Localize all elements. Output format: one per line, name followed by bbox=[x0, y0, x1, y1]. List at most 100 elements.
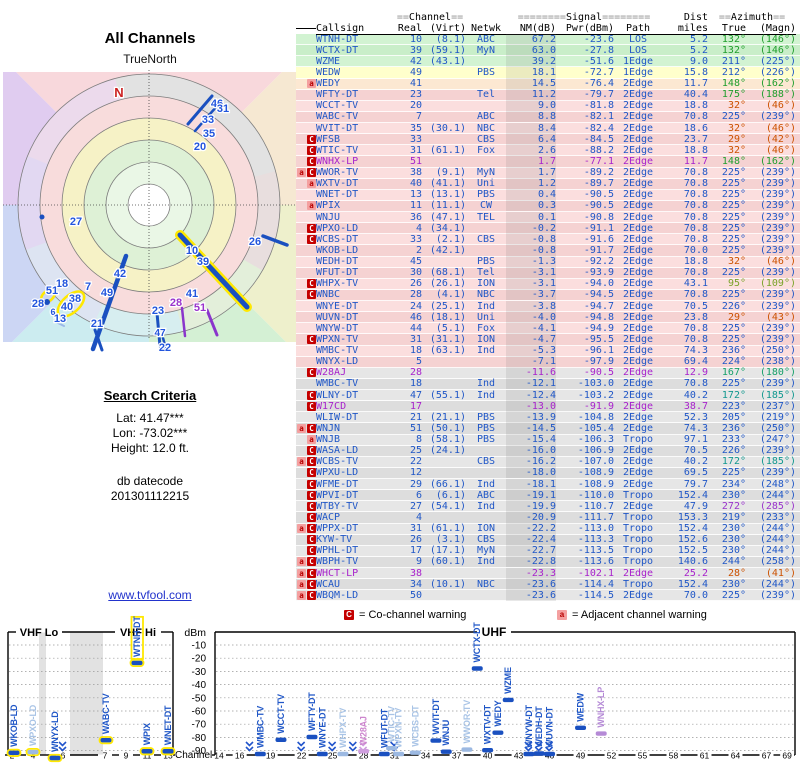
table-header-row-1: ==Channel== ========Signal======== Dist … bbox=[296, 12, 800, 23]
channel-label: 39 bbox=[197, 256, 209, 268]
cell-ne: ION bbox=[476, 278, 496, 290]
cell-cs: WHCT-LP bbox=[316, 567, 359, 579]
cell-re: 17 bbox=[409, 400, 422, 412]
tvfool-link[interactable]: www.tvfool.com bbox=[108, 588, 191, 602]
station-label: WVIT-DT bbox=[431, 698, 441, 734]
cell-pw: -90.5 bbox=[583, 367, 614, 379]
cell-re: 10 bbox=[409, 33, 422, 45]
cell-cs: WEDW bbox=[316, 66, 341, 78]
dbm-tick-label: -80 bbox=[192, 733, 207, 744]
station: WXTV-DT bbox=[482, 704, 494, 753]
station-label: WCBS-DT bbox=[410, 705, 420, 747]
table-row: C WHPX-TV 26 (26.1) ION -3.1 -94.0 2Edge 43.1 95°… bbox=[296, 278, 800, 290]
station-marker bbox=[409, 750, 421, 755]
channel-axis-title: Channel bbox=[175, 750, 212, 761]
cell-mg: (244°) bbox=[759, 523, 796, 535]
co-channel-warning-badge: C bbox=[307, 279, 316, 289]
cell-mi: 97.1 bbox=[683, 434, 708, 446]
cell-pa: 2Edge bbox=[622, 289, 654, 301]
cell-pa: 2Edge bbox=[622, 267, 654, 279]
cell-cs: WFME-DT bbox=[316, 478, 359, 490]
cell-tr: 212° bbox=[721, 66, 746, 78]
cell-cs: WKOB-LD bbox=[316, 244, 359, 256]
cell-nm: -16.0 bbox=[506, 445, 556, 457]
station: WCTX-DT bbox=[471, 622, 483, 671]
cell-cs: WTBY-TV bbox=[316, 500, 359, 512]
cell-mg: (146°) bbox=[759, 33, 796, 45]
cell-vi: (55.1) bbox=[429, 389, 466, 401]
cell-mg: (43°) bbox=[765, 311, 796, 323]
cell-tr: 29° bbox=[727, 133, 746, 145]
table-row: WZME 42 (43.1) 39.2 -51.6 1Edge 9.0 211° (225°) bbox=[296, 55, 800, 68]
cell-re: 31 bbox=[409, 144, 422, 156]
station-marker bbox=[141, 749, 153, 754]
cell-nm: -0.8 bbox=[506, 233, 556, 245]
table-row: a C WWOR-TV 38 (9.1) MyN 1.7 -89.2 2Edge 70.8 225°… bbox=[296, 167, 800, 179]
cell-pa: Tropo bbox=[622, 434, 654, 446]
cell-re: 41 bbox=[409, 78, 422, 90]
cell-mi: 40.2 bbox=[683, 456, 708, 468]
search-criteria: Search Criteria Lat: 41.47*** Lon: -73.0… bbox=[0, 388, 300, 456]
cell-nm: -13.0 bbox=[506, 400, 556, 412]
cell-nm: -19.1 bbox=[506, 489, 556, 501]
cell-mi: 70.8 bbox=[683, 267, 708, 279]
cell-pa: 2Edge bbox=[622, 411, 654, 423]
cell-tr: 225° bbox=[721, 167, 746, 179]
cell-re: 7 bbox=[415, 111, 422, 123]
cell-nm: 1.7 bbox=[506, 167, 556, 179]
cell-pa: 2Edge bbox=[622, 89, 654, 101]
cell-vi: (8.1) bbox=[435, 33, 466, 45]
station-label-group: WPXN-TV bbox=[394, 708, 404, 748]
cell-mg: (244°) bbox=[759, 534, 796, 546]
station-label: WTNH-DT bbox=[132, 616, 142, 657]
cell-cs: WXTV-DT bbox=[316, 178, 359, 190]
cell-nm: -19.9 bbox=[506, 500, 556, 512]
adjacent-warning-badge: a bbox=[297, 568, 306, 578]
cell-ne: PBS bbox=[476, 411, 496, 423]
cell-tr: 148° bbox=[721, 78, 746, 90]
cell-mi: 152.4 bbox=[677, 489, 708, 501]
channel-tick-label: 34 bbox=[421, 751, 431, 761]
cell-cs: KYW-TV bbox=[316, 534, 353, 546]
cell-tr: 230° bbox=[721, 534, 746, 546]
cell-vi: (66.1) bbox=[429, 478, 466, 490]
cell-re: 27 bbox=[409, 500, 422, 512]
channel-tick-label: 19 bbox=[266, 751, 276, 761]
cell-mg: (237°) bbox=[759, 400, 796, 412]
channel-label: 27 bbox=[70, 216, 82, 228]
station-label: WPXO-LD bbox=[28, 704, 38, 746]
cell-cs: WNBC bbox=[316, 289, 341, 301]
station-marker bbox=[575, 725, 587, 730]
cell-pw: -90.8 bbox=[583, 211, 614, 223]
cell-mg: (41°) bbox=[765, 567, 796, 579]
cell-pa: 2Edge bbox=[622, 400, 654, 412]
cell-vi: (4.1) bbox=[435, 289, 466, 301]
channel-label: 28 bbox=[32, 298, 44, 310]
cell-ne: NBC bbox=[476, 578, 496, 590]
channel-tick-label: 43 bbox=[514, 751, 524, 761]
table-row: WNYX-LD 5 -7.1 -97.9 2Edge 69.4 224° (238°) bbox=[296, 356, 800, 368]
cell-tr: 226° bbox=[721, 300, 746, 312]
station: WNYX-LD bbox=[47, 711, 63, 763]
cell-pa: 2Edge bbox=[622, 133, 654, 145]
table-row: a C WCBS-TV 22 CBS -16.2 -107.0 2Edge 40.2 172° (1… bbox=[296, 456, 800, 468]
table-row: WVIT-DT 35 (30.1) NBC 8.4 -82.4 2Edge 18.6 32° (4… bbox=[296, 122, 800, 135]
station-label: WEDH-DT bbox=[534, 706, 544, 748]
cell-ne: NBC bbox=[476, 289, 496, 301]
warning-badges: C bbox=[296, 446, 316, 456]
cell-cs: WHPX-TV bbox=[316, 278, 359, 290]
adjacent-warning-badge: a bbox=[297, 423, 306, 433]
table-body: WTNH-DT 10 (8.1) ABC 67.2 -23.6 LOS 5.2 132° (146… bbox=[296, 33, 800, 602]
cell-nm: 1.7 bbox=[506, 155, 556, 167]
cell-mi: 5.2 bbox=[689, 33, 708, 45]
station-label: WUVN-DT bbox=[545, 706, 555, 748]
cell-tr: 230° bbox=[721, 523, 746, 535]
channel-label: N bbox=[114, 85, 123, 100]
warning-badges: C bbox=[296, 279, 316, 289]
table-row: WNJU 36 (47.1) TEL 0.1 -90.8 2Edge 70.8 225° (239… bbox=[296, 211, 800, 224]
channel-label: 22 bbox=[159, 342, 171, 354]
cell-nm: -22.4 bbox=[506, 534, 556, 546]
cell-re: 21 bbox=[409, 411, 422, 423]
cell-re: 25 bbox=[409, 445, 422, 457]
dbm-axis-title: dBm bbox=[184, 627, 206, 639]
